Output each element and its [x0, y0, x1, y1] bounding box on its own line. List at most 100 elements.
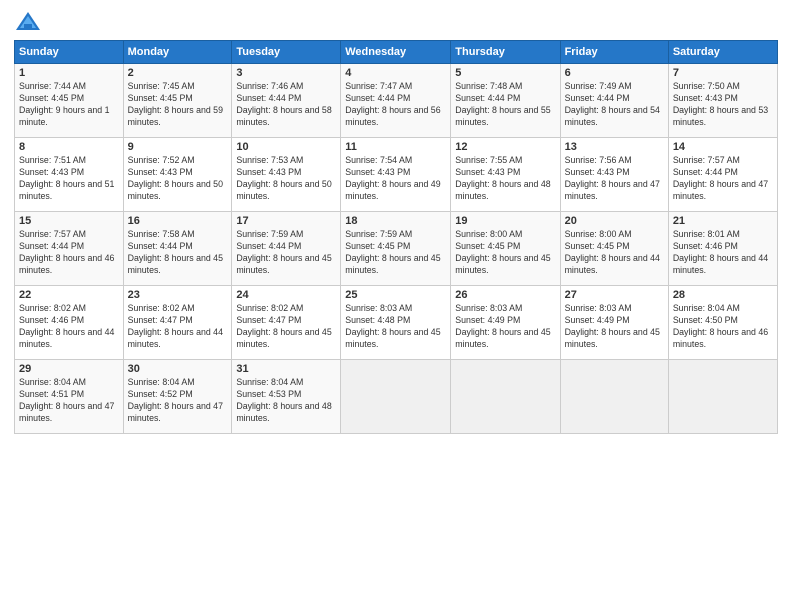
day-cell: 21 Sunrise: 8:01 AMSunset: 4:46 PMDayligh…	[668, 212, 777, 286]
week-row-2: 8 Sunrise: 7:51 AMSunset: 4:43 PMDaylight…	[15, 138, 778, 212]
day-cell: 20Sunrise: 8:00 AMSunset: 4:45 PMDayligh…	[560, 212, 668, 286]
day-number: 8	[19, 141, 119, 153]
day-info: Sunrise: 8:00 AMSunset: 4:45 PMDaylight:…	[455, 229, 555, 277]
col-header-sunday: Sunday	[15, 41, 124, 64]
day-number: 4	[345, 67, 446, 79]
day-number: 12	[455, 141, 555, 153]
day-number: 7	[673, 67, 773, 79]
day-cell: 3 Sunrise: 7:46 AMSunset: 4:44 PMDaylight…	[232, 64, 341, 138]
day-info: Sunrise: 7:57 AMSunset: 4:44 PMDaylight:…	[19, 229, 119, 277]
day-cell: 14 Sunrise: 7:57 AMSunset: 4:44 PMDayligh…	[668, 138, 777, 212]
day-cell	[560, 360, 668, 434]
day-info: Sunrise: 7:59 AMSunset: 4:45 PMDaylight:…	[345, 229, 446, 277]
day-cell: 7 Sunrise: 7:50 AMSunset: 4:43 PMDaylight…	[668, 64, 777, 138]
calendar-table: SundayMondayTuesdayWednesdayThursdayFrid…	[14, 40, 778, 434]
day-info: Sunrise: 7:50 AMSunset: 4:43 PMDaylight:…	[673, 81, 773, 129]
day-number: 14	[673, 141, 773, 153]
day-number: 22	[19, 289, 119, 301]
day-info: Sunrise: 8:01 AMSunset: 4:46 PMDaylight:…	[673, 229, 773, 277]
header-row: SundayMondayTuesdayWednesdayThursdayFrid…	[15, 41, 778, 64]
day-info: Sunrise: 7:49 AMSunset: 4:44 PMDaylight:…	[565, 81, 664, 129]
day-number: 26	[455, 289, 555, 301]
day-number: 25	[345, 289, 446, 301]
day-number: 27	[565, 289, 664, 301]
day-number: 16	[128, 215, 228, 227]
day-number: 11	[345, 141, 446, 153]
day-number: 10	[236, 141, 336, 153]
day-cell: 5 Sunrise: 7:48 AMSunset: 4:44 PMDaylight…	[451, 64, 560, 138]
day-cell: 8 Sunrise: 7:51 AMSunset: 4:43 PMDaylight…	[15, 138, 124, 212]
day-cell: 9Sunrise: 7:52 AMSunset: 4:43 PMDaylight…	[123, 138, 232, 212]
col-header-friday: Friday	[560, 41, 668, 64]
day-number: 21	[673, 215, 773, 227]
day-number: 24	[236, 289, 336, 301]
logo	[14, 10, 46, 34]
day-cell: 26 Sunrise: 8:03 AMSunset: 4:49 PMDayligh…	[451, 286, 560, 360]
day-number: 13	[565, 141, 664, 153]
day-info: Sunrise: 7:45 AMSunset: 4:45 PMDaylight:…	[128, 81, 228, 129]
day-info: Sunrise: 7:58 AMSunset: 4:44 PMDaylight:…	[128, 229, 228, 277]
day-cell: 12 Sunrise: 7:55 AMSunset: 4:43 PMDayligh…	[451, 138, 560, 212]
week-row-4: 22Sunrise: 8:02 AMSunset: 4:46 PMDayligh…	[15, 286, 778, 360]
day-info: Sunrise: 8:00 AMSunset: 4:45 PMDaylight:…	[565, 229, 664, 277]
day-number: 31	[236, 363, 336, 375]
day-cell: 4 Sunrise: 7:47 AMSunset: 4:44 PMDaylight…	[341, 64, 451, 138]
day-info: Sunrise: 8:03 AMSunset: 4:49 PMDaylight:…	[565, 303, 664, 351]
day-cell: 17 Sunrise: 7:59 AMSunset: 4:44 PMDayligh…	[232, 212, 341, 286]
day-cell: 11Sunrise: 7:54 AMSunset: 4:43 PMDayligh…	[341, 138, 451, 212]
day-info: Sunrise: 7:48 AMSunset: 4:44 PMDaylight:…	[455, 81, 555, 129]
day-info: Sunrise: 7:57 AMSunset: 4:44 PMDaylight:…	[673, 155, 773, 203]
day-number: 15	[19, 215, 119, 227]
day-number: 3	[236, 67, 336, 79]
day-info: Sunrise: 8:03 AMSunset: 4:49 PMDaylight:…	[455, 303, 555, 351]
day-cell: 13 Sunrise: 7:56 AMSunset: 4:43 PMDayligh…	[560, 138, 668, 212]
header	[14, 10, 778, 34]
day-cell: 24 Sunrise: 8:02 AMSunset: 4:47 PMDayligh…	[232, 286, 341, 360]
day-number: 17	[236, 215, 336, 227]
day-number: 5	[455, 67, 555, 79]
week-row-3: 15 Sunrise: 7:57 AMSunset: 4:44 PMDayligh…	[15, 212, 778, 286]
day-cell: 29 Sunrise: 8:04 AMSunset: 4:51 PMDayligh…	[15, 360, 124, 434]
day-info: Sunrise: 8:03 AMSunset: 4:48 PMDaylight:…	[345, 303, 446, 351]
day-info: Sunrise: 8:04 AMSunset: 4:52 PMDaylight:…	[128, 377, 228, 425]
day-info: Sunrise: 7:52 AMSunset: 4:43 PMDaylight:…	[128, 155, 228, 203]
day-cell: 10 Sunrise: 7:53 AMSunset: 4:43 PMDayligh…	[232, 138, 341, 212]
day-number: 2	[128, 67, 228, 79]
day-cell: 19 Sunrise: 8:00 AMSunset: 4:45 PMDayligh…	[451, 212, 560, 286]
col-header-thursday: Thursday	[451, 41, 560, 64]
day-info: Sunrise: 8:02 AMSunset: 4:47 PMDaylight:…	[236, 303, 336, 351]
day-cell: 15 Sunrise: 7:57 AMSunset: 4:44 PMDayligh…	[15, 212, 124, 286]
day-info: Sunrise: 7:47 AMSunset: 4:44 PMDaylight:…	[345, 81, 446, 129]
col-header-saturday: Saturday	[668, 41, 777, 64]
day-info: Sunrise: 8:04 AMSunset: 4:51 PMDaylight:…	[19, 377, 119, 425]
day-info: Sunrise: 8:04 AMSunset: 4:53 PMDaylight:…	[236, 377, 336, 425]
day-number: 18	[345, 215, 446, 227]
day-cell	[451, 360, 560, 434]
day-cell: 25 Sunrise: 8:03 AMSunset: 4:48 PMDayligh…	[341, 286, 451, 360]
col-header-monday: Monday	[123, 41, 232, 64]
day-cell: 30 Sunrise: 8:04 AMSunset: 4:52 PMDayligh…	[123, 360, 232, 434]
day-cell: 27 Sunrise: 8:03 AMSunset: 4:49 PMDayligh…	[560, 286, 668, 360]
day-info: Sunrise: 7:53 AMSunset: 4:43 PMDaylight:…	[236, 155, 336, 203]
col-header-tuesday: Tuesday	[232, 41, 341, 64]
day-cell	[668, 360, 777, 434]
day-cell: 6Sunrise: 7:49 AMSunset: 4:44 PMDaylight…	[560, 64, 668, 138]
day-number: 23	[128, 289, 228, 301]
day-cell: 2 Sunrise: 7:45 AMSunset: 4:45 PMDaylight…	[123, 64, 232, 138]
day-cell: 31 Sunrise: 8:04 AMSunset: 4:53 PMDayligh…	[232, 360, 341, 434]
day-info: Sunrise: 7:55 AMSunset: 4:43 PMDaylight:…	[455, 155, 555, 203]
day-info: Sunrise: 8:04 AMSunset: 4:50 PMDaylight:…	[673, 303, 773, 351]
day-info: Sunrise: 7:56 AMSunset: 4:43 PMDaylight:…	[565, 155, 664, 203]
day-info: Sunrise: 7:46 AMSunset: 4:44 PMDaylight:…	[236, 81, 336, 129]
day-info: Sunrise: 7:59 AMSunset: 4:44 PMDaylight:…	[236, 229, 336, 277]
day-number: 19	[455, 215, 555, 227]
day-number: 29	[19, 363, 119, 375]
day-info: Sunrise: 7:51 AMSunset: 4:43 PMDaylight:…	[19, 155, 119, 203]
day-info: Sunrise: 8:02 AMSunset: 4:47 PMDaylight:…	[128, 303, 228, 351]
day-cell: 22Sunrise: 8:02 AMSunset: 4:46 PMDayligh…	[15, 286, 124, 360]
day-number: 28	[673, 289, 773, 301]
day-number: 30	[128, 363, 228, 375]
logo-icon	[14, 10, 42, 34]
day-cell	[341, 360, 451, 434]
week-row-5: 29 Sunrise: 8:04 AMSunset: 4:51 PMDayligh…	[15, 360, 778, 434]
